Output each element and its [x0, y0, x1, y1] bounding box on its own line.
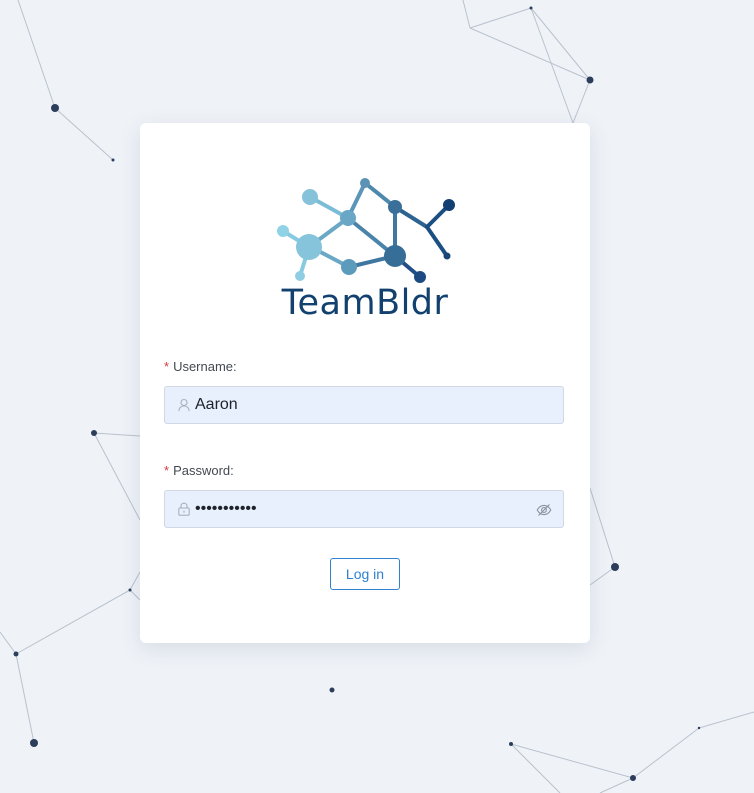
username-label: * Username:: [164, 359, 237, 374]
user-icon: [178, 398, 190, 412]
username-label-text: Username:: [173, 359, 237, 374]
password-field[interactable]: [164, 490, 564, 528]
password-label-text: Password:: [173, 463, 234, 478]
username-field[interactable]: [164, 386, 564, 424]
lock-icon: [178, 502, 190, 516]
eye-off-icon[interactable]: [536, 502, 552, 518]
password-label: * Password:: [164, 463, 234, 478]
brand-name: TeamBldr: [281, 283, 449, 323]
login-button[interactable]: Log in: [330, 558, 400, 590]
login-card: TeamBldr *Username: *Password: Log in: [140, 123, 590, 643]
required-mark: *: [164, 359, 170, 374]
username-input[interactable]: [195, 387, 525, 423]
required-mark: *: [164, 463, 170, 478]
password-input[interactable]: [195, 491, 525, 527]
